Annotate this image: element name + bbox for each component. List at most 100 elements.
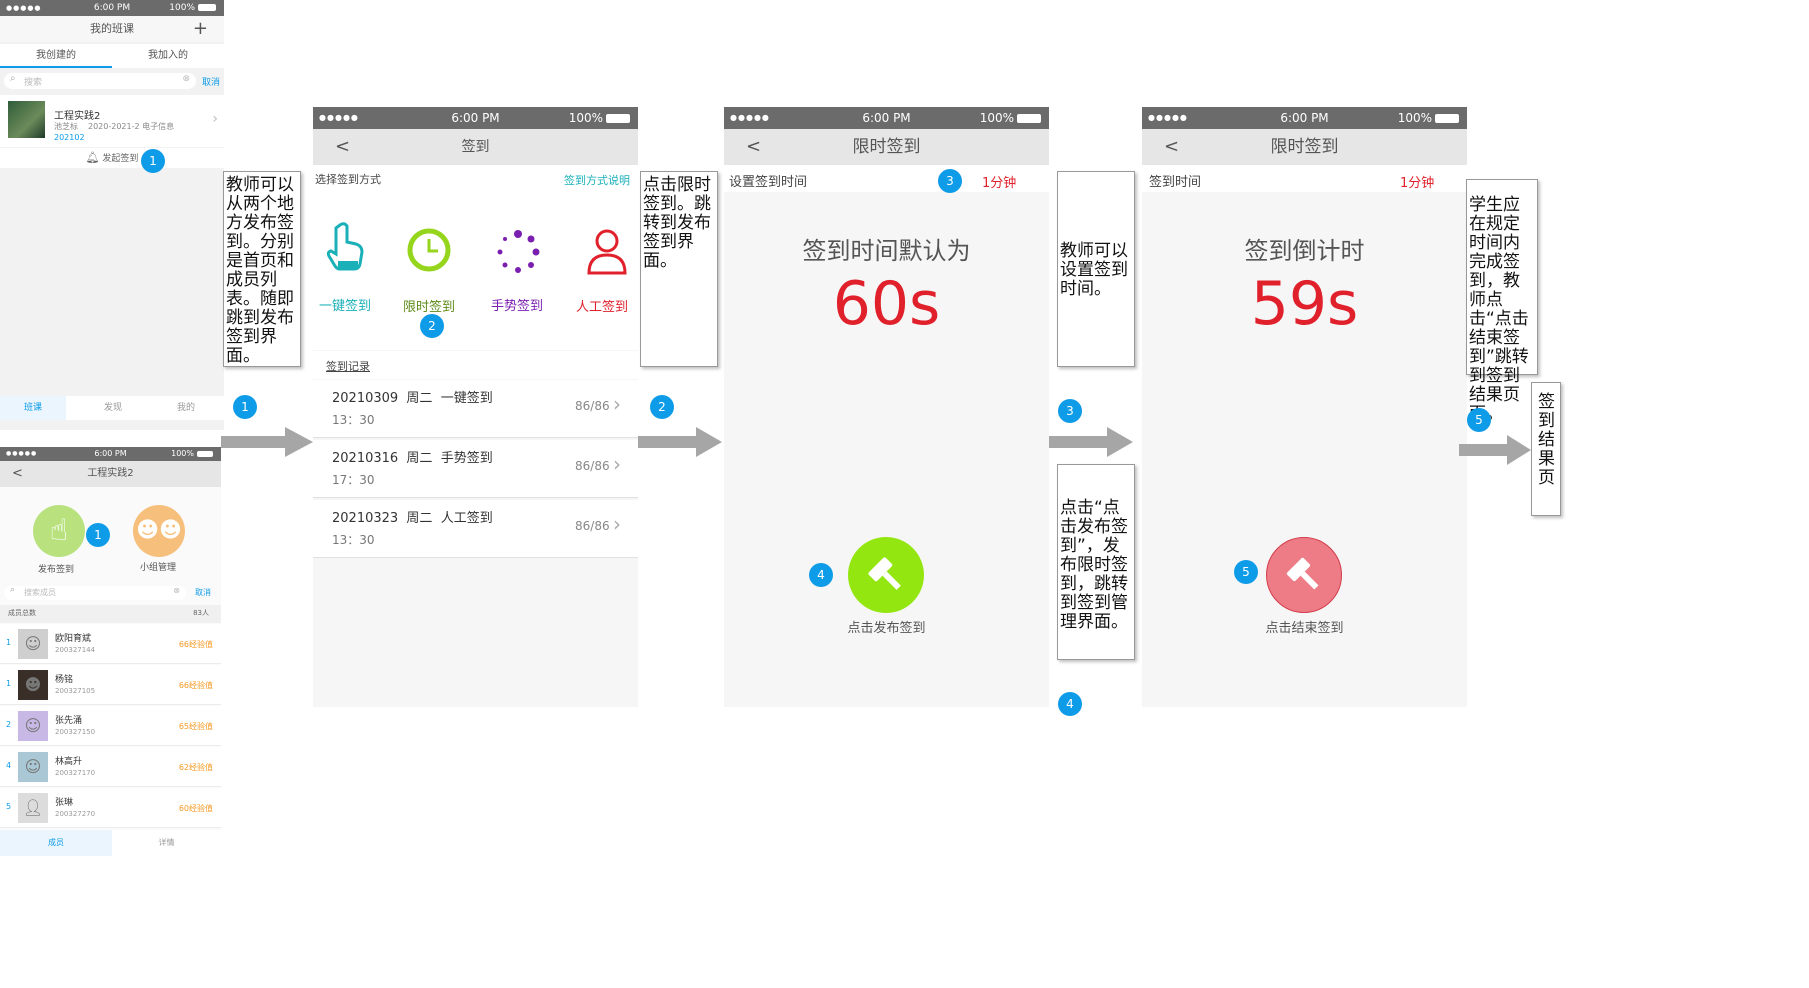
method-header: 选择签到方式 签到方式说明 [313,165,638,193]
note-publish-timed: 点击“点击发布签到”，发布限时签到，跳转到签到管理界面。 [1057,464,1135,660]
tab-class[interactable]: 班课 [0,396,66,420]
step-badge: 1 [233,395,257,419]
note-student-complete: 学生应在规定时间内完成签到，教师点击“点击结束签到”跳转到签到结果页面。 [1466,179,1538,424]
chevron-right-icon: › [613,512,621,536]
gesture-signin-button[interactable] [495,229,543,277]
gesture-dots-icon [497,230,540,273]
clear-icon[interactable]: ⊗ [182,74,190,84]
page-title: 签到 [461,139,490,155]
avatar: ☺ [18,752,48,782]
class-card[interactable]: 工程实践2 池芝标 2020-2021-2 电子信息 202102 › [0,95,224,147]
cancel-button[interactable]: 取消 [195,587,211,598]
member-search-input[interactable]: ⌕ 搜索成员 ⊗ [4,585,186,600]
tab-mine[interactable]: 我的 [153,396,219,420]
record-count: 86/86 [575,459,610,473]
method-grid: 一键签到 限时签到 手势签到 人工签到 [313,193,638,350]
member-row[interactable]: 1 ☻ 杨铭 200327105 66经验值 [0,665,221,705]
member-rank: 1 [6,638,12,647]
search-input[interactable]: ⌕ 搜索 ⊗ [4,73,196,89]
nav-bar: < 限时签到 [1142,129,1467,165]
status-bar: ●●●●● 6:00 PM 100% [724,107,1049,129]
member-exp: 65经验值 [178,722,213,731]
tab-members[interactable]: 成员 [0,830,112,856]
avatar: ☺ [18,629,48,659]
cancel-button[interactable]: 取消 [202,75,220,88]
member-row[interactable]: 5 👤︎ 张琳 200327270 60经验值 [0,788,221,828]
clear-icon[interactable]: ⊗ [173,586,180,595]
step-badge: 3 [938,169,962,193]
publish-signin-button[interactable] [848,537,924,613]
seconds-display: 60s [832,269,941,339]
tab-details[interactable]: 详情 [112,830,221,856]
default-time-headline: 签到时间默认为 [802,237,971,265]
status-bar: ●●●●● 6:00 PM 100% [313,107,638,129]
chevron-right-icon: › [212,111,218,127]
nav-bar: < 签到 [313,129,638,165]
member-row[interactable]: 2 ☺ 张先涌 200327150 65经验值 [0,706,221,746]
member-rank: 5 [6,802,12,811]
hand-pointer-icon: ☝ [49,513,69,548]
signin-record-row[interactable]: 20210316 周二 手势签到 17：30 86/86 › [313,440,638,498]
one-click-signin-button[interactable] [317,221,379,301]
step-badge: 1 [141,149,165,173]
member-id: 200327270 [55,810,96,818]
nav-bar: < 限时签到 [724,129,1049,165]
step-badge: 5 [1234,560,1258,584]
tab-discover[interactable]: 发现 [80,396,146,420]
gavel-icon [1286,557,1319,590]
member-total-row: 成员总数 83人 [0,605,221,623]
manual-signin-button[interactable] [585,227,629,277]
add-class-button[interactable]: + [193,18,208,39]
end-signin-button[interactable] [1266,537,1342,613]
back-button[interactable]: < [746,129,761,165]
records-header: 签到记录 [313,351,638,379]
timed-signin-button[interactable] [406,227,454,275]
group-icon: ☻☻ [136,518,182,543]
record-date: 20210309 周二 一键签到 [332,391,493,406]
battery-icon [606,114,630,123]
member-rank: 2 [6,720,12,729]
page-title: 限时签到 [1270,137,1339,157]
signin-link[interactable]: 🔔︎ 发起签到 [0,148,224,168]
avatar: ☻ [18,670,48,700]
publish-signin-button[interactable]: ☝ [33,505,85,557]
record-date: 20210323 周二 人工签到 [332,511,493,526]
back-button[interactable]: < [12,461,23,487]
record-time: 17：30 [332,473,375,487]
step-badge: 2 [650,395,674,419]
member-row[interactable]: 1 ☺ 欧阳育斌 200327144 66经验值 [0,624,221,664]
flow-arrow-2 [638,427,722,457]
flow-arrow-3 [1049,427,1133,457]
tab-joined[interactable]: 我加入的 [112,44,224,68]
record-count: 86/86 [575,399,610,413]
back-button[interactable]: < [1164,129,1179,165]
method-explain-link[interactable]: 签到方式说明 [564,172,630,188]
member-id: 200327105 [55,687,96,695]
record-count: 86/86 [575,519,610,533]
time-setting-row[interactable]: 设置签到时间 1分钟 [724,165,1049,192]
tab-created[interactable]: 我创建的 [0,44,112,68]
search-icon: ⌕ [10,585,16,595]
note-result-page: 签到结果页 [1531,382,1561,516]
step-badge: 4 [1058,692,1082,716]
battery-icon [1017,114,1041,123]
class-cover-image [8,101,45,138]
member-row[interactable]: 4 ☺ 林高升 200327170 62经验值 [0,747,221,787]
signin-record-row[interactable]: 20210309 周二 一键签到 13：30 86/86 › [313,380,638,438]
avatar: ☺ [18,711,48,741]
member-name: 张琳 [55,798,74,808]
member-exp: 66经验值 [178,640,213,649]
member-name: 张先涌 [55,716,83,726]
duration-value[interactable]: 1分钟 [982,172,1016,191]
back-button[interactable]: < [335,129,350,165]
member-id: 200327144 [55,646,96,654]
signin-record-row[interactable]: 20210323 周二 人工签到 13：30 86/86 › [313,500,638,558]
note-publish-locations: 教师可以从两个地方发布签到。分别是首页和成员列表。随即跳到发布签到界面。 [223,171,301,367]
group-manage-button[interactable]: ☻☻ [133,505,185,557]
record-time: 13：30 [332,533,375,547]
clock-icon [407,228,451,272]
member-id: 200327170 [55,769,96,777]
screen-class-members: ●●●●● 6:00 PM 100% < 工程实践2 ☝ 发布签到 ☻☻ 小组管… [0,447,221,856]
avatar: 👤︎ [18,793,48,823]
member-exp: 66经验值 [178,681,213,690]
